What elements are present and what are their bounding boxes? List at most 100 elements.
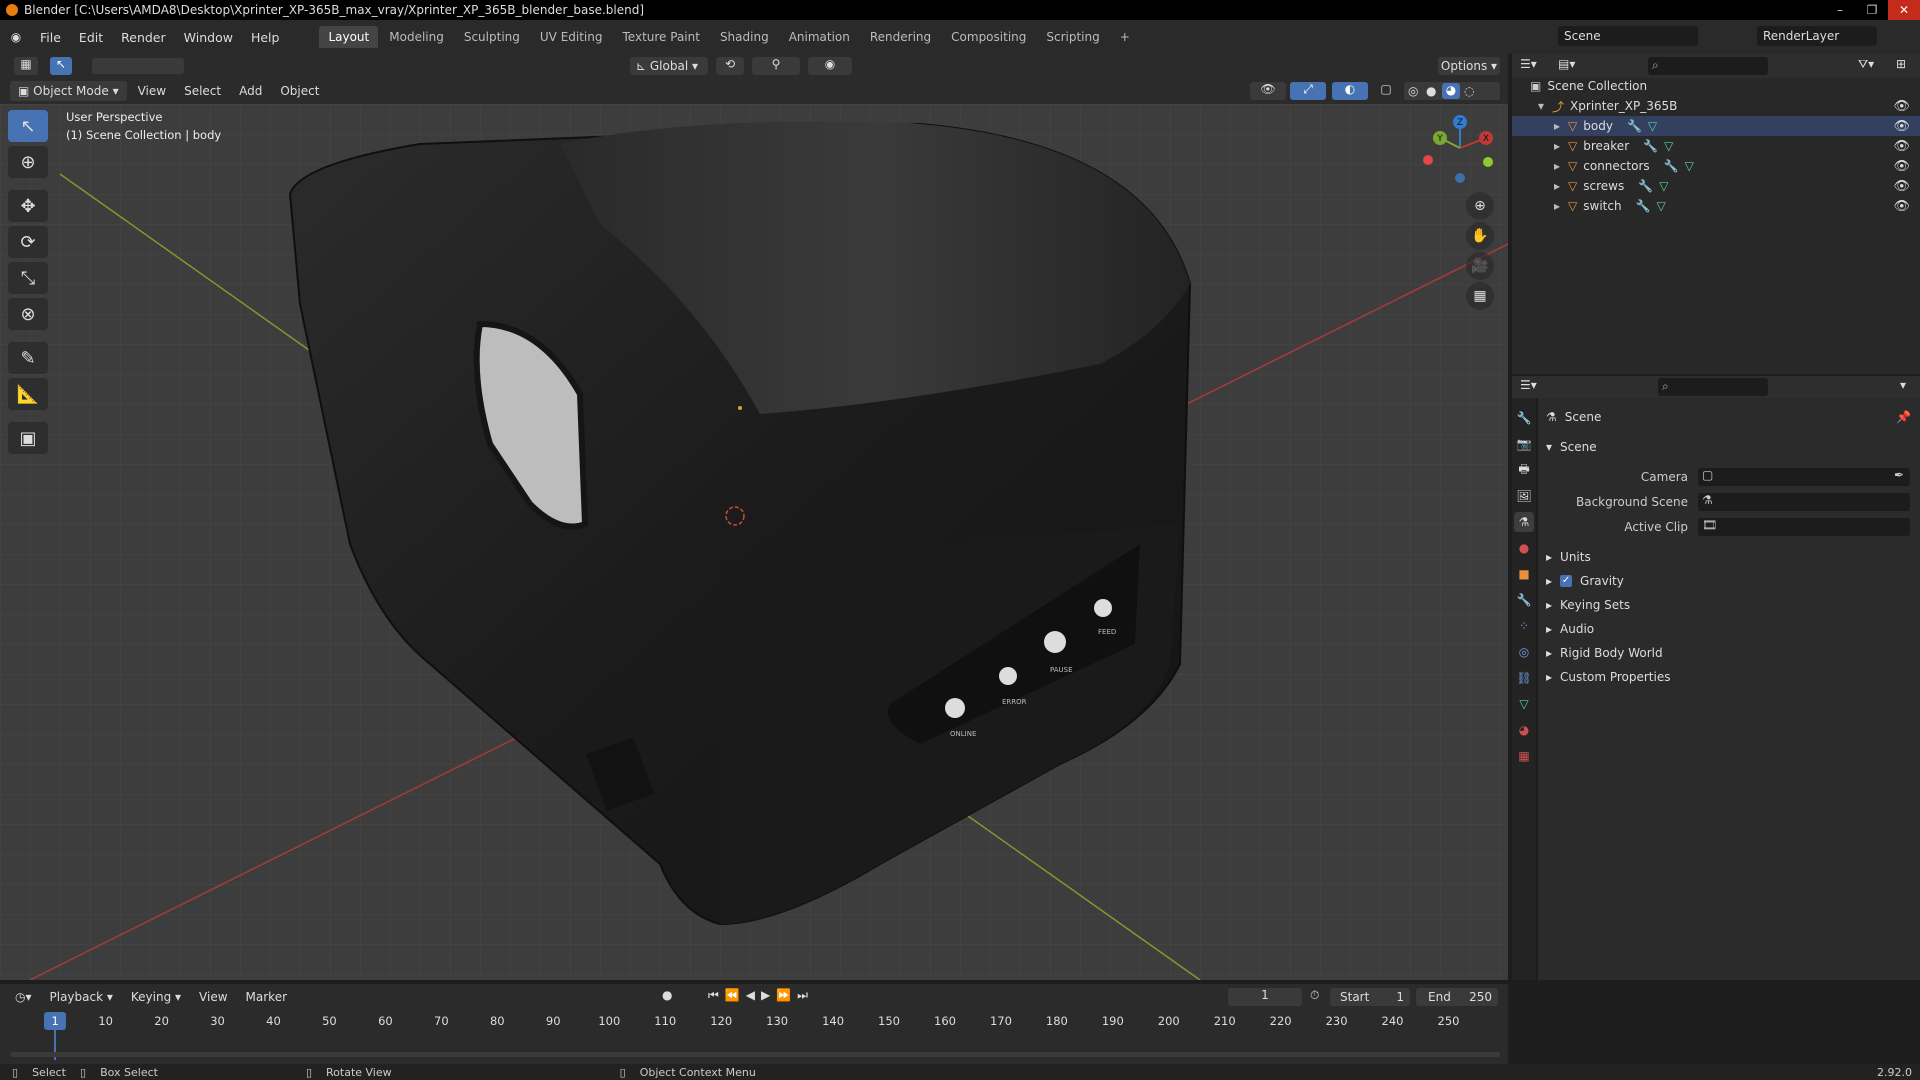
- rotate-tool-icon[interactable]: ⟳: [8, 226, 48, 258]
- tab-layout[interactable]: Layout: [319, 26, 379, 48]
- visibility-eye-icon[interactable]: 👁: [1893, 199, 1910, 214]
- transform-orientation-select[interactable]: ⊾ Global ▾: [630, 57, 708, 75]
- visibility-icon[interactable]: 👁: [1250, 82, 1286, 100]
- active-clip-field[interactable]: 🎞: [1698, 518, 1910, 536]
- editor-type-icon[interactable]: ▦: [14, 57, 38, 75]
- menu-render[interactable]: Render: [113, 27, 174, 48]
- perspective-grid-icon[interactable]: ▦: [1466, 282, 1494, 310]
- outliner-search-input[interactable]: ⌕: [1648, 57, 1768, 75]
- gizmo-toggle-icon[interactable]: ⤢: [1290, 82, 1326, 100]
- tab-animation[interactable]: Animation: [780, 26, 859, 48]
- outliner-row-screws[interactable]: ▸ ▽ screws 🔧 ▽ 👁: [1512, 176, 1920, 196]
- tab-rendering[interactable]: Rendering: [861, 26, 940, 48]
- visibility-eye-icon[interactable]: 👁: [1893, 179, 1910, 194]
- properties-editor-icon[interactable]: ☰▾: [1520, 378, 1537, 392]
- physics-tab-icon[interactable]: ◎: [1514, 642, 1534, 662]
- gravity-checkbox[interactable]: ✓: [1560, 575, 1573, 587]
- outliner-editor-icon[interactable]: ☰▾: [1520, 57, 1537, 71]
- menu-help[interactable]: Help: [243, 27, 288, 48]
- outliner-row-breaker[interactable]: ▸ ▽ breaker 🔧 ▽ 👁: [1512, 136, 1920, 156]
- solid-shading-icon[interactable]: ●: [1426, 84, 1436, 98]
- overlay-toggle-icon[interactable]: ◐: [1332, 82, 1368, 100]
- shading-mode-buttons[interactable]: ◎ ● ◕ ◌: [1404, 82, 1500, 100]
- camera-view-icon[interactable]: 🎥: [1466, 252, 1494, 280]
- move-tool-icon[interactable]: ✥: [8, 190, 48, 222]
- scale-tool-icon[interactable]: ⤡: [8, 262, 48, 294]
- select-tool-icon[interactable]: ↖: [50, 57, 72, 75]
- select-menu[interactable]: Select: [177, 82, 228, 100]
- menu-window[interactable]: Window: [176, 27, 241, 48]
- display-mode-icon[interactable]: ▤▾: [1558, 57, 1575, 71]
- snap-icon[interactable]: ⚲: [752, 57, 800, 75]
- gizmo-neg-y-axis[interactable]: [1483, 157, 1493, 167]
- menu-file[interactable]: File: [32, 27, 69, 48]
- output-tab-icon[interactable]: 🖶: [1514, 460, 1534, 480]
- outliner-row-collection[interactable]: ▾ ⤴ Xprinter_XP_365B 👁: [1512, 96, 1920, 116]
- add-workspace-icon[interactable]: +: [1111, 26, 1139, 48]
- render-tab-icon[interactable]: 📷: [1514, 434, 1534, 454]
- properties-search-input[interactable]: ⌕: [1658, 378, 1768, 396]
- xray-icon[interactable]: ▢: [1378, 82, 1394, 100]
- expand-arrow-icon[interactable]: ▸: [1554, 139, 1560, 153]
- proportional-edit-icon[interactable]: ◉: [808, 57, 852, 75]
- pan-hand-icon[interactable]: ✋: [1466, 222, 1494, 250]
- add-menu[interactable]: Add: [232, 82, 269, 100]
- tab-shading[interactable]: Shading: [711, 26, 778, 48]
- view-layer-tab-icon[interactable]: 🖼: [1514, 486, 1534, 506]
- end-frame-field[interactable]: End 250: [1416, 988, 1498, 1006]
- outliner-row-scene-collection[interactable]: ▣ Scene Collection: [1512, 76, 1920, 96]
- zoom-icon[interactable]: ⊕: [1466, 192, 1494, 220]
- eyedropper-icon[interactable]: ✒: [1894, 468, 1904, 482]
- scene-selector[interactable]: Scene: [1558, 26, 1698, 46]
- select-box-icon[interactable]: ↖: [8, 110, 48, 142]
- world-tab-icon[interactable]: ●: [1514, 538, 1534, 558]
- gizmo-neg-x-axis[interactable]: [1423, 155, 1433, 165]
- gizmo-neg-z-axis[interactable]: [1455, 173, 1465, 183]
- background-scene-field[interactable]: ⚗: [1698, 493, 1910, 511]
- modifier-tab-icon[interactable]: 🔧: [1514, 590, 1534, 610]
- material-tab-icon[interactable]: ◕: [1514, 720, 1534, 740]
- wireframe-shading-icon[interactable]: ◎: [1408, 84, 1418, 98]
- expand-arrow-icon[interactable]: ▸: [1554, 119, 1560, 133]
- panel-audio[interactable]: ▸ Audio: [1546, 622, 1594, 636]
- expand-arrow-icon[interactable]: ▸: [1554, 179, 1560, 193]
- render-layer-selector[interactable]: RenderLayer: [1757, 26, 1877, 46]
- playback-menu[interactable]: Playback ▾: [43, 988, 120, 1006]
- tab-uv-editing[interactable]: UV Editing: [531, 26, 612, 48]
- timeline-editor-icon[interactable]: ◷▾: [8, 988, 39, 1006]
- tab-compositing[interactable]: Compositing: [942, 26, 1035, 48]
- rendered-shading-icon[interactable]: ◌: [1464, 84, 1474, 98]
- particles-tab-icon[interactable]: ⁘: [1514, 616, 1534, 636]
- properties-options-icon[interactable]: ▾: [1900, 378, 1906, 392]
- visibility-eye-icon[interactable]: 👁: [1893, 99, 1910, 114]
- options-button[interactable]: Options ▾: [1438, 57, 1500, 75]
- start-frame-field[interactable]: Start 1: [1330, 988, 1410, 1006]
- constraints-tab-icon[interactable]: ⛓: [1514, 668, 1534, 688]
- close-button[interactable]: ✕: [1888, 0, 1920, 20]
- panel-gravity[interactable]: ▸ ✓ Gravity: [1546, 574, 1624, 588]
- tab-modeling[interactable]: Modeling: [380, 26, 453, 48]
- scene-tab-icon[interactable]: ⚗: [1514, 512, 1534, 532]
- playback-controls[interactable]: ⏮⏪◀▶⏩⏭: [708, 988, 814, 1003]
- outliner-row-connectors[interactable]: ▸ ▽ connectors 🔧 ▽ 👁: [1512, 156, 1920, 176]
- outliner-row-switch[interactable]: ▸ ▽ switch 🔧 ▽ 👁: [1512, 196, 1920, 216]
- annotate-tool-icon[interactable]: ✎: [8, 342, 48, 374]
- visibility-eye-icon[interactable]: 👁: [1893, 119, 1910, 134]
- transform-tool-icon[interactable]: ⊗: [8, 298, 48, 330]
- texture-tab-icon[interactable]: ▦: [1514, 746, 1534, 766]
- selection-mode-buttons[interactable]: [92, 58, 184, 74]
- tab-texture-paint[interactable]: Texture Paint: [614, 26, 709, 48]
- timeline-scrollbar[interactable]: [10, 1052, 1500, 1057]
- blender-menu-icon[interactable]: ◉: [8, 29, 24, 45]
- material-preview-icon[interactable]: ◕: [1442, 83, 1460, 99]
- keying-menu[interactable]: Keying ▾: [124, 988, 188, 1006]
- expand-arrow-icon[interactable]: ▸: [1554, 159, 1560, 173]
- maximize-button[interactable]: ❐: [1856, 0, 1888, 20]
- tab-scripting[interactable]: Scripting: [1037, 26, 1108, 48]
- tab-sculpting[interactable]: Sculpting: [455, 26, 529, 48]
- view-menu[interactable]: View: [131, 82, 173, 100]
- pin-icon[interactable]: 📌: [1896, 410, 1911, 424]
- object-mode-select[interactable]: ▣ Object Mode ▾: [10, 81, 127, 101]
- panel-custom-properties[interactable]: ▸ Custom Properties: [1546, 670, 1670, 684]
- measure-tool-icon[interactable]: 📐: [8, 378, 48, 410]
